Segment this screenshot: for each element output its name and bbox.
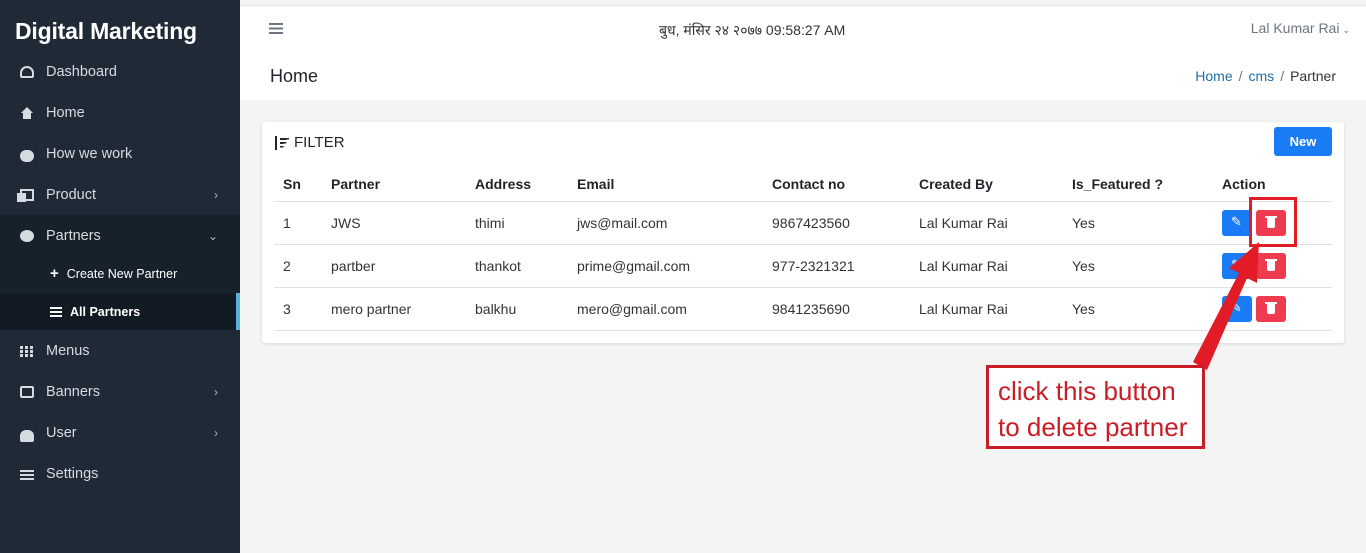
home-icon: [20, 106, 34, 119]
image-icon: [20, 385, 34, 398]
cell-contact: 9841235690: [763, 287, 910, 331]
col-sn: Sn: [274, 167, 322, 202]
users-icon: [20, 429, 34, 442]
cell-partner: partber: [322, 244, 466, 288]
new-partner-button[interactable]: New: [1274, 127, 1332, 156]
active-indicator: [236, 293, 240, 330]
cell-partner: mero partner: [322, 287, 466, 331]
copy-icon: [17, 188, 34, 202]
cell-email: prime@gmail.com: [568, 244, 763, 288]
top-navbar: बुध, मंसिर २४ २०७७ 09:58:27 AM Lal Kumar…: [240, 5, 1366, 55]
annotation-line-1: click this button: [998, 376, 1176, 406]
cell-address: thimi: [466, 201, 568, 245]
sidebar-subitem-all-partners[interactable]: All Partners: [0, 293, 240, 330]
partners-card: FILTER New Sn Partner Address Email Cont…: [262, 122, 1344, 343]
table-row: 3 mero partner balkhu mero@gmail.com 984…: [274, 287, 1332, 331]
col-partner: Partner: [322, 167, 466, 202]
table-row: 1 JWS thimi jws@mail.com 9867423560 Lal …: [274, 201, 1332, 245]
breadcrumb-current: Partner: [1290, 68, 1336, 84]
filter-label: FILTER: [294, 134, 345, 151]
chevron-down-icon: ⌄: [207, 228, 218, 243]
page-title: Home: [270, 66, 319, 86]
sidebar-item-partners[interactable]: Partners ⌄: [0, 215, 240, 256]
cell-sn: 3: [274, 287, 322, 331]
sidebar-subitem-create-new-partner[interactable]: + Create New Partner: [0, 255, 240, 292]
cell-contact: 9867423560: [763, 201, 910, 245]
sidebar-item-label: How we work: [46, 145, 133, 162]
filter-toggle[interactable]: FILTER: [274, 134, 345, 151]
sidebar-item-banners[interactable]: Banners ›: [0, 371, 240, 412]
col-address: Address: [466, 167, 568, 202]
sidebar-item-product[interactable]: Product ›: [0, 174, 240, 215]
cell-address: thankot: [466, 244, 568, 288]
hamburger-menu-icon[interactable]: [269, 23, 283, 34]
annotation-arrow-icon: [1193, 242, 1259, 370]
sidebar-item-settings[interactable]: Settings: [0, 453, 240, 494]
content-header: Home Home / cms / Partner: [240, 55, 1366, 100]
dashboard-icon: [20, 65, 34, 78]
cell-email: jws@mail.com: [568, 201, 763, 245]
sort-filter-icon: [274, 135, 290, 150]
partners-table: Sn Partner Address Email Contact no Crea…: [274, 167, 1332, 331]
col-created-by: Created By: [910, 167, 1063, 202]
cell-email: mero@gmail.com: [568, 287, 763, 331]
sidebar: Digital Marketing Dashboard Home How we …: [0, 0, 240, 553]
chevron-right-icon: ›: [214, 384, 218, 399]
user-name: Lal Kumar Rai: [1250, 20, 1340, 36]
breadcrumb-home[interactable]: Home: [1195, 68, 1232, 84]
sidebar-item-how-we-work[interactable]: How we work: [0, 133, 240, 174]
cell-created-by: Lal Kumar Rai: [910, 287, 1063, 331]
sidebar-item-label: Home: [46, 104, 85, 121]
sidebar-item-home[interactable]: Home: [0, 92, 240, 133]
breadcrumb-cms[interactable]: cms: [1249, 68, 1275, 84]
user-circle-icon: [20, 229, 34, 242]
breadcrumb: Home / cms / Partner: [1195, 68, 1336, 84]
grid-icon: [20, 344, 34, 357]
col-contact: Contact no: [763, 167, 910, 202]
cell-address: balkhu: [466, 287, 568, 331]
table-row: 2 partber thankot prime@gmail.com 977-23…: [274, 244, 1332, 288]
sidebar-item-label: User: [46, 424, 77, 441]
sidebar-item-user[interactable]: User ›: [0, 412, 240, 453]
caret-down-icon: ⌄: [1342, 25, 1350, 35]
sidebar-item-menus[interactable]: Menus: [0, 330, 240, 371]
sidebar-subitem-label: All Partners: [70, 304, 141, 319]
sidebar-subitem-label: Create New Partner: [66, 266, 178, 281]
chevron-right-icon: ›: [214, 187, 218, 202]
sidebar-item-dashboard[interactable]: Dashboard: [0, 51, 240, 92]
cell-sn: 1: [274, 201, 322, 245]
annotation-line-2: to delete partner: [998, 412, 1188, 442]
col-action: Action: [1213, 167, 1332, 202]
annotation-callout: click this button to delete partner: [986, 365, 1205, 449]
col-is-featured: Is_Featured ?: [1063, 167, 1213, 202]
col-email: Email: [568, 167, 763, 202]
sidebar-item-label: Dashboard: [46, 63, 117, 80]
sliders-icon: [20, 467, 34, 480]
cell-sn: 2: [274, 244, 322, 288]
sidebar-item-label: Settings: [46, 465, 99, 482]
table-header-row: Sn Partner Address Email Contact no Crea…: [274, 167, 1332, 202]
sidebar-item-label: Banners: [46, 383, 101, 400]
cell-created-by: Lal Kumar Rai: [910, 201, 1063, 245]
handshake-icon: [20, 149, 34, 162]
sidebar-item-label: Menus: [46, 342, 90, 359]
list-icon: [50, 306, 62, 317]
sidebar-item-label: Product: [46, 186, 96, 203]
breadcrumb-separator: /: [1238, 68, 1243, 84]
sidebar-item-label: Partners: [46, 227, 101, 244]
nepali-datetime: बुध, मंसिर २४ २०७७ 09:58:27 AM: [659, 22, 846, 38]
cell-partner: JWS: [322, 201, 466, 245]
plus-icon: +: [50, 265, 59, 282]
user-menu[interactable]: Lal Kumar Rai ⌄: [1251, 20, 1350, 36]
cell-created-by: Lal Kumar Rai: [910, 244, 1063, 288]
cell-contact: 977-2321321: [763, 244, 910, 288]
breadcrumb-separator: /: [1280, 68, 1285, 84]
chevron-right-icon: ›: [214, 425, 218, 440]
